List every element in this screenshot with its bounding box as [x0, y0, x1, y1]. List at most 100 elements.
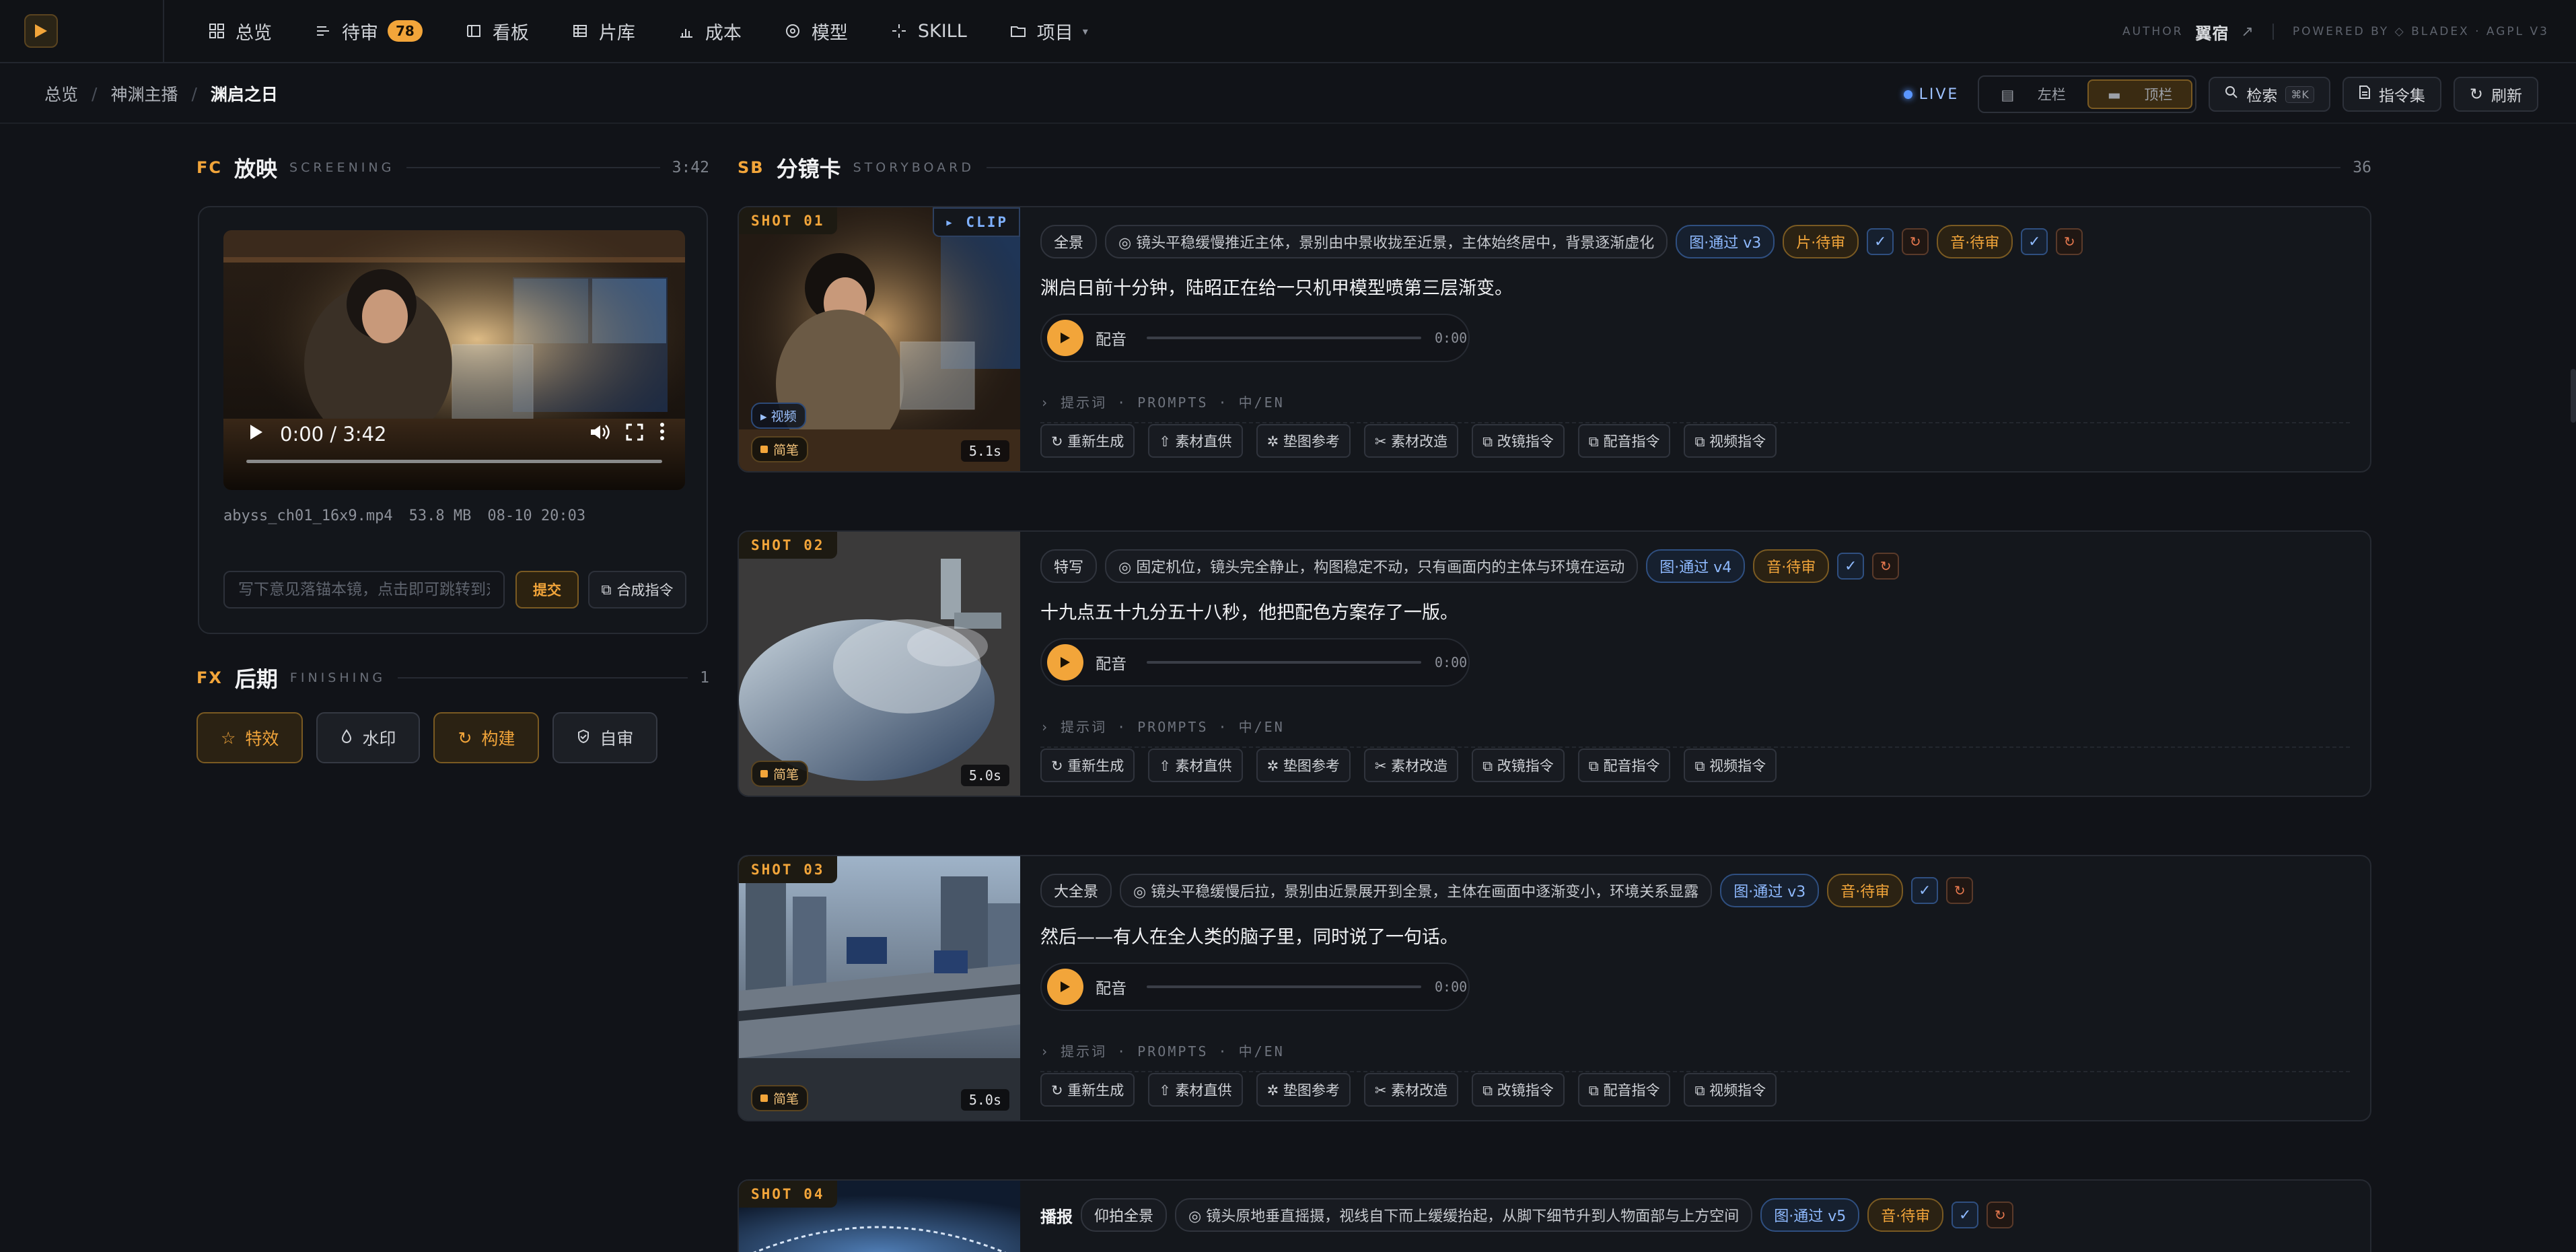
- synth-command-button[interactable]: ⧉ 合成指令: [588, 571, 686, 608]
- voice-progress[interactable]: [1147, 985, 1421, 988]
- audio-status-badge[interactable]: 音·待审: [1827, 874, 1904, 907]
- fullscreen-icon[interactable]: [626, 423, 643, 446]
- ref-image-button[interactable]: ✲ 垫图参考: [1256, 749, 1351, 782]
- asset-edit-button[interactable]: ✂ 素材改造: [1363, 749, 1459, 782]
- image-status-badge[interactable]: 图·通过 v3: [1676, 225, 1775, 258]
- layout-left-option[interactable]: ▤ 左栏: [1982, 81, 2085, 108]
- commands-button[interactable]: 指令集: [2342, 77, 2441, 112]
- video-command-button[interactable]: ⧉ 视频指令: [1684, 1073, 1777, 1107]
- sketch-chip[interactable]: 简笔: [751, 436, 809, 462]
- approve-icon[interactable]: ✓: [1867, 228, 1894, 255]
- ref-image-button[interactable]: ✲ 垫图参考: [1256, 424, 1351, 458]
- shot-type-tag[interactable]: 仰拍全景: [1081, 1198, 1168, 1232]
- sketch-chip[interactable]: 简笔: [751, 1085, 809, 1111]
- camera-move-tag[interactable]: ◎ 固定机位，镜头完全静止，构图稳定不动，只有画面内的主体与环境在运动: [1105, 549, 1639, 583]
- author-name[interactable]: 翼宿: [2195, 20, 2229, 44]
- approve-icon[interactable]: ✓: [2021, 228, 2048, 255]
- regenerate-button[interactable]: ↻ 重新生成: [1040, 749, 1135, 782]
- submit-button[interactable]: 提交: [515, 571, 579, 608]
- video-command-button[interactable]: ⧉ 视频指令: [1684, 749, 1777, 782]
- asset-supply-button[interactable]: ⇧ 素材直供: [1148, 749, 1243, 782]
- external-link-icon[interactable]: ↗: [2241, 24, 2253, 40]
- scrollbar-thumb[interactable]: [2571, 369, 2576, 423]
- image-status-badge[interactable]: 图·通过 v4: [1646, 549, 1746, 583]
- regenerate-icon[interactable]: ↻: [1987, 1202, 2014, 1228]
- regenerate-button[interactable]: ↻ 重新生成: [1040, 424, 1135, 458]
- video-chip[interactable]: ▸ 视频: [751, 403, 806, 429]
- play-icon[interactable]: [249, 423, 264, 446]
- voice-command-button[interactable]: ⧉ 配音指令: [1577, 424, 1671, 458]
- shot-edit-command-button[interactable]: ⧉ 改镜指令: [1472, 424, 1565, 458]
- video-progress-bar[interactable]: [246, 460, 662, 463]
- play-logo-button[interactable]: [24, 14, 58, 48]
- prompt-toggle[interactable]: › 提示词 · PROMPTS · 中/EN: [1040, 1041, 2350, 1072]
- approve-icon[interactable]: ✓: [1952, 1202, 1979, 1228]
- shot-image: [739, 207, 1020, 471]
- video-player[interactable]: 0:00 / 3:42: [223, 230, 685, 490]
- sketch-chip[interactable]: 简笔: [751, 761, 809, 787]
- clip-status-badge[interactable]: 片·待审: [1783, 225, 1859, 258]
- shot-duration: 5.0s: [960, 1089, 1009, 1111]
- breadcrumb-item[interactable]: 神渊主播: [110, 81, 178, 106]
- shot-edit-command-button[interactable]: ⧉ 改镜指令: [1472, 1073, 1565, 1107]
- audio-status-badge[interactable]: 音·待审: [1753, 549, 1830, 583]
- shot-type-tag[interactable]: 全景: [1040, 225, 1098, 258]
- watermark-button[interactable]: 水印: [316, 712, 421, 763]
- regenerate-icon[interactable]: ↻: [1902, 228, 1929, 255]
- volume-icon[interactable]: [589, 423, 610, 446]
- nav-item-project[interactable]: 项目 ▾: [993, 11, 1104, 51]
- nav-item-skill[interactable]: SKILL: [873, 11, 983, 51]
- play-button[interactable]: [1047, 969, 1083, 1005]
- asset-supply-button[interactable]: ⇧ 素材直供: [1148, 424, 1243, 458]
- asset-edit-button[interactable]: ✂ 素材改造: [1363, 424, 1459, 458]
- ref-image-button[interactable]: ✲ 垫图参考: [1256, 1073, 1351, 1107]
- asset-edit-button[interactable]: ✂ 素材改造: [1363, 1073, 1459, 1107]
- nav-item-library[interactable]: 片库: [554, 11, 651, 51]
- breadcrumb-item[interactable]: 总览: [44, 81, 78, 106]
- self-review-button[interactable]: 自审: [552, 712, 658, 763]
- asset-supply-button[interactable]: ⇧ 素材直供: [1148, 1073, 1243, 1107]
- voice-command-button[interactable]: ⧉ 配音指令: [1577, 1073, 1671, 1107]
- voice-command-button[interactable]: ⧉ 配音指令: [1577, 749, 1671, 782]
- build-button[interactable]: ↻ 构建: [433, 712, 540, 763]
- nav-item-cost[interactable]: 成本: [661, 11, 758, 51]
- more-options-icon[interactable]: [659, 422, 665, 446]
- approve-icon[interactable]: ✓: [1911, 877, 1939, 904]
- audio-status-badge[interactable]: 音·待审: [1867, 1198, 1944, 1232]
- camera-move-tag[interactable]: ◎ 镜头平稳缓慢推近主体，景别由中景收拢至近景，主体始终居中，背景逐渐虚化: [1105, 225, 1668, 258]
- approve-icon[interactable]: ✓: [1837, 553, 1865, 580]
- shot-thumbnail[interactable]: SHOT 01 ▸ CLIP ▸ 视频 简笔 5.1s: [739, 207, 1020, 471]
- nav-item-overview[interactable]: 总览: [191, 11, 288, 51]
- voice-progress[interactable]: [1147, 661, 1421, 664]
- refresh-button[interactable]: ↻ 刷新: [2453, 77, 2538, 112]
- regenerate-icon[interactable]: ↻: [1872, 553, 1900, 580]
- shot-thumbnail[interactable]: SHOT 03 简笔 5.0s: [739, 856, 1020, 1120]
- shot-edit-command-button[interactable]: ⧉ 改镜指令: [1472, 749, 1565, 782]
- image-status-badge[interactable]: 图·通过 v3: [1720, 874, 1820, 907]
- shot-thumbnail[interactable]: SHOT 04: [739, 1181, 1020, 1252]
- voice-progress[interactable]: [1147, 337, 1421, 339]
- search-button[interactable]: 检索 ⌘K: [2209, 77, 2330, 112]
- nav-item-review[interactable]: 待审 78: [297, 11, 439, 51]
- regenerate-button[interactable]: ↻ 重新生成: [1040, 1073, 1135, 1107]
- image-status-badge[interactable]: 图·通过 v5: [1760, 1198, 1860, 1232]
- feedback-input[interactable]: [223, 571, 505, 608]
- layout-top-option[interactable]: ▬ 顶栏: [2087, 79, 2193, 109]
- camera-move-tag[interactable]: ◎ 镜头原地垂直摇摄，视线自下而上缓缓抬起，从脚下细节升到人物面部与上方空间: [1175, 1198, 1753, 1232]
- nav-item-board[interactable]: 看板: [448, 11, 545, 51]
- shot-thumbnail[interactable]: SHOT 02 简笔 5.0s: [739, 532, 1020, 796]
- prompt-toggle[interactable]: › 提示词 · PROMPTS · 中/EN: [1040, 392, 2350, 423]
- nav-item-model[interactable]: 模型: [767, 11, 864, 51]
- audio-status-badge[interactable]: 音·待审: [1937, 225, 2013, 258]
- shot-type-tag[interactable]: 大全景: [1040, 874, 1112, 907]
- regenerate-icon[interactable]: ↻: [2056, 228, 2083, 255]
- effects-button[interactable]: ☆ 特效: [196, 712, 303, 763]
- play-button[interactable]: [1047, 644, 1083, 681]
- camera-move-tag[interactable]: ◎ 镜头平稳缓慢后拉，景别由近景展开到全景，主体在画面中逐渐变小，环境关系显露: [1120, 874, 1713, 907]
- shot-type-tag[interactable]: 特写: [1040, 549, 1098, 583]
- video-command-button[interactable]: ⧉ 视频指令: [1684, 424, 1777, 458]
- play-button[interactable]: [1047, 320, 1083, 356]
- clip-tag[interactable]: ▸ CLIP: [933, 207, 1020, 237]
- regenerate-icon[interactable]: ↻: [1946, 877, 1974, 904]
- prompt-toggle[interactable]: › 提示词 · PROMPTS · 中/EN: [1040, 716, 2350, 748]
